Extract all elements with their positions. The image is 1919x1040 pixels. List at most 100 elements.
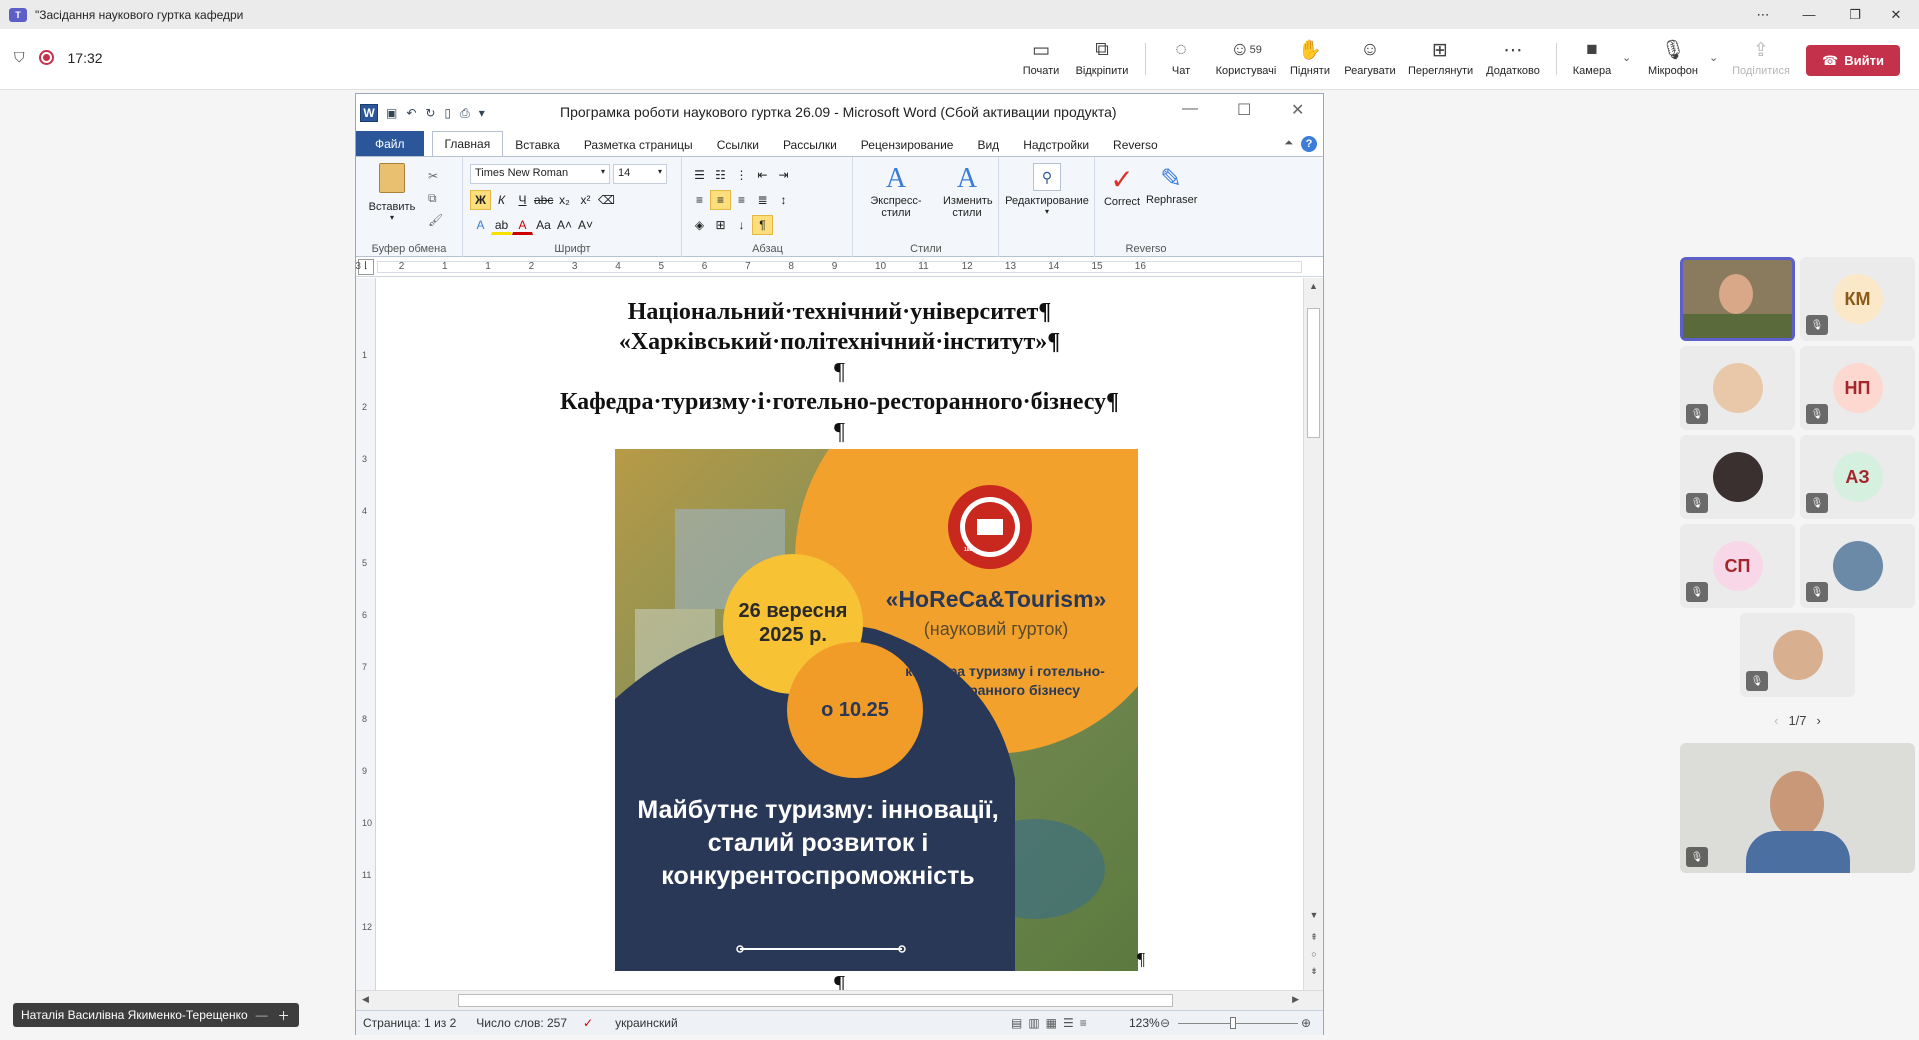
vertical-scrollbar[interactable]: ▲ ▼ ⇞ ○ ⇟ xyxy=(1303,278,1323,990)
microphone-button[interactable]: 🎙 Мікрофон xyxy=(1641,38,1705,77)
minimize-button[interactable]: — xyxy=(1786,0,1832,29)
tab-addins[interactable]: Надстройки xyxy=(1011,134,1101,156)
scroll-left-icon[interactable]: ◀ xyxy=(362,994,369,1005)
tab-reverso[interactable]: Reverso xyxy=(1101,134,1170,156)
status-language[interactable]: украинский xyxy=(615,1016,678,1030)
chat-button[interactable]: ◌ Чат xyxy=(1149,38,1213,77)
collapse-icon[interactable]: — xyxy=(256,1008,268,1022)
undo-icon[interactable]: ↶ xyxy=(406,106,416,121)
scroll-right-icon[interactable]: ▶ xyxy=(1292,994,1299,1005)
participant-tile-np[interactable]: НП 🎙 xyxy=(1800,346,1915,430)
clear-format-button[interactable]: ⌫ xyxy=(596,190,617,210)
participant-tile-5[interactable]: 🎙 xyxy=(1680,435,1795,519)
grow-font-button[interactable]: A˄ xyxy=(554,215,575,235)
select-browse-object-icon[interactable]: ○ xyxy=(1304,946,1324,963)
tab-insert[interactable]: Вставка xyxy=(503,134,572,156)
tab-home[interactable]: Главная xyxy=(431,131,504,156)
align-center-button[interactable]: ≡ xyxy=(710,190,731,210)
next-page-icon[interactable]: ⇟ xyxy=(1304,963,1324,980)
zoom-level[interactable]: 123% xyxy=(1129,1016,1160,1030)
express-styles-button[interactable]: A Экспресс-стили xyxy=(856,163,936,219)
show-marks-button[interactable]: ¶ xyxy=(752,215,773,235)
rephraser-button[interactable]: ✎ Rephraser xyxy=(1146,163,1197,206)
view-buttons[interactable]: ▤▥▦☰≡ xyxy=(1011,1016,1093,1030)
horizontal-scrollbar[interactable]: ◀ ▶ xyxy=(356,990,1323,1010)
tab-mailings[interactable]: Рассылки xyxy=(771,134,849,156)
tab-page-layout[interactable]: Разметка страницы xyxy=(572,134,705,156)
expand-icon[interactable]: ＋ xyxy=(278,1007,290,1024)
mic-options-chevron-icon[interactable]: ⌄ xyxy=(1709,51,1718,64)
change-case-button[interactable]: Aa xyxy=(533,215,554,235)
increase-indent-button[interactable]: ⇥ xyxy=(773,165,794,185)
format-painter-icon[interactable]: 🖌 xyxy=(428,209,443,231)
scroll-up-icon[interactable]: ▲ xyxy=(1304,281,1323,291)
tab-view[interactable]: Вид xyxy=(965,134,1011,156)
hscroll-thumb[interactable] xyxy=(458,994,1173,1007)
help-icon[interactable]: ? xyxy=(1301,136,1317,152)
next-page-chevron-icon[interactable]: › xyxy=(1817,713,1821,728)
word-maximize-button[interactable]: ☐ xyxy=(1237,100,1251,120)
share-button[interactable]: ⇪ Поділитися xyxy=(1729,38,1793,78)
paste-button[interactable]: Вставить ▾ xyxy=(366,163,418,222)
vertical-ruler[interactable]: 1 2 3 4 5 6 7 8 9 10 11 12 xyxy=(356,278,376,990)
participant-tile-9[interactable]: 🎙 xyxy=(1740,613,1855,697)
align-left-button[interactable]: ≡ xyxy=(689,190,710,210)
zoom-in-icon[interactable]: ⊕ xyxy=(1301,1016,1311,1030)
status-words[interactable]: Число слов: 257 xyxy=(476,1016,567,1030)
zoom-slider-thumb[interactable] xyxy=(1230,1017,1236,1029)
highlight-button[interactable]: ab xyxy=(491,215,512,235)
tab-file[interactable]: Файл xyxy=(356,131,424,156)
borders-button[interactable]: ⊞ xyxy=(710,215,731,235)
justify-button[interactable]: ≣ xyxy=(752,190,773,210)
more-button[interactable]: ⋯ Додатково xyxy=(1481,38,1545,78)
decrease-indent-button[interactable]: ⇤ xyxy=(752,165,773,185)
camera-button[interactable]: ■ Камера xyxy=(1560,38,1624,77)
zoom-out-icon[interactable]: ⊖ xyxy=(1160,1016,1170,1030)
underline-button[interactable]: Ч xyxy=(512,190,533,210)
font-size-combo[interactable]: 14 ▾ xyxy=(613,164,667,184)
collapse-ribbon-icon[interactable]: ⏶ xyxy=(1284,137,1293,150)
copy-icon[interactable]: ⧉ xyxy=(428,187,443,209)
sort-button[interactable]: ↓ xyxy=(731,215,752,235)
superscript-button[interactable]: x² xyxy=(575,190,596,210)
participant-tile-3[interactable]: 🎙 xyxy=(1680,346,1795,430)
previous-page-icon[interactable]: ⇞ xyxy=(1304,929,1324,946)
document-page[interactable]: Національний·технічний·університет¶ «Хар… xyxy=(377,278,1302,990)
participant-tile-active-speaker[interactable] xyxy=(1680,257,1795,341)
raise-hand-button[interactable]: ✋ Підняти xyxy=(1278,38,1342,77)
participant-tile-az[interactable]: АЗ 🎙 xyxy=(1800,435,1915,519)
change-styles-button[interactable]: A Изменить стили xyxy=(938,163,996,219)
editing-button[interactable]: ⚲ Редактирование ▾ xyxy=(1002,163,1092,216)
self-view-tile[interactable]: 🎙 xyxy=(1680,743,1915,873)
tab-review[interactable]: Рецензирование xyxy=(849,134,966,156)
zoom-slider[interactable] xyxy=(1178,1023,1298,1024)
scroll-down-icon[interactable]: ▼ xyxy=(1304,910,1324,920)
unpin-button[interactable]: ⧉ Відкріпити xyxy=(1070,38,1134,77)
save-icon[interactable]: ▣ xyxy=(386,106,397,121)
print-preview-icon[interactable]: ⎙ xyxy=(460,106,470,121)
word-minimize-button[interactable]: — xyxy=(1182,100,1198,118)
participant-tile-8[interactable]: 🎙 xyxy=(1800,524,1915,608)
event-flyer-image[interactable]: 1885 26 вересня 2025 р. о 10.25 «HoReCa&… xyxy=(615,449,1138,971)
subscript-button[interactable]: x₂ xyxy=(554,190,575,210)
shading-button[interactable]: ◈ xyxy=(689,215,710,235)
bold-button[interactable]: Ж xyxy=(470,190,491,210)
leave-button[interactable]: ☎ Вийти xyxy=(1806,45,1900,76)
strikethrough-button[interactable]: abc xyxy=(533,190,554,210)
horizontal-ruler[interactable]: ⌊ 3 2 1 1 2 3 4 5 6 7 8 9 10 11 12 13 14 15 16 xyxy=(355,257,1323,277)
proofing-icon[interactable]: ✓ xyxy=(583,1016,593,1030)
multilevel-list-button[interactable]: ⋮ xyxy=(731,165,752,185)
more-options-icon[interactable]: ⋯ xyxy=(1740,0,1786,29)
correct-button[interactable]: ✓ Correct xyxy=(1098,163,1146,208)
font-name-combo[interactable]: Times New Roman ▾ xyxy=(470,164,610,184)
prev-page-chevron-icon[interactable]: ‹ xyxy=(1774,713,1778,728)
camera-options-chevron-icon[interactable]: ⌄ xyxy=(1622,51,1631,64)
view-button[interactable]: ⊞ Переглянути xyxy=(1408,38,1473,78)
shrink-font-button[interactable]: A˅ xyxy=(575,215,596,235)
react-button[interactable]: ☺ Реагувати xyxy=(1338,38,1402,77)
status-page[interactable]: Страница: 1 из 2 xyxy=(363,1016,456,1030)
share-screen-button[interactable]: ▭ Почати xyxy=(1009,38,1073,78)
numbering-button[interactable]: ☷ xyxy=(710,165,731,185)
customize-qat-icon[interactable]: ▾ xyxy=(479,106,485,121)
people-button[interactable]: ☺ 59 Користувачі xyxy=(1214,38,1278,77)
